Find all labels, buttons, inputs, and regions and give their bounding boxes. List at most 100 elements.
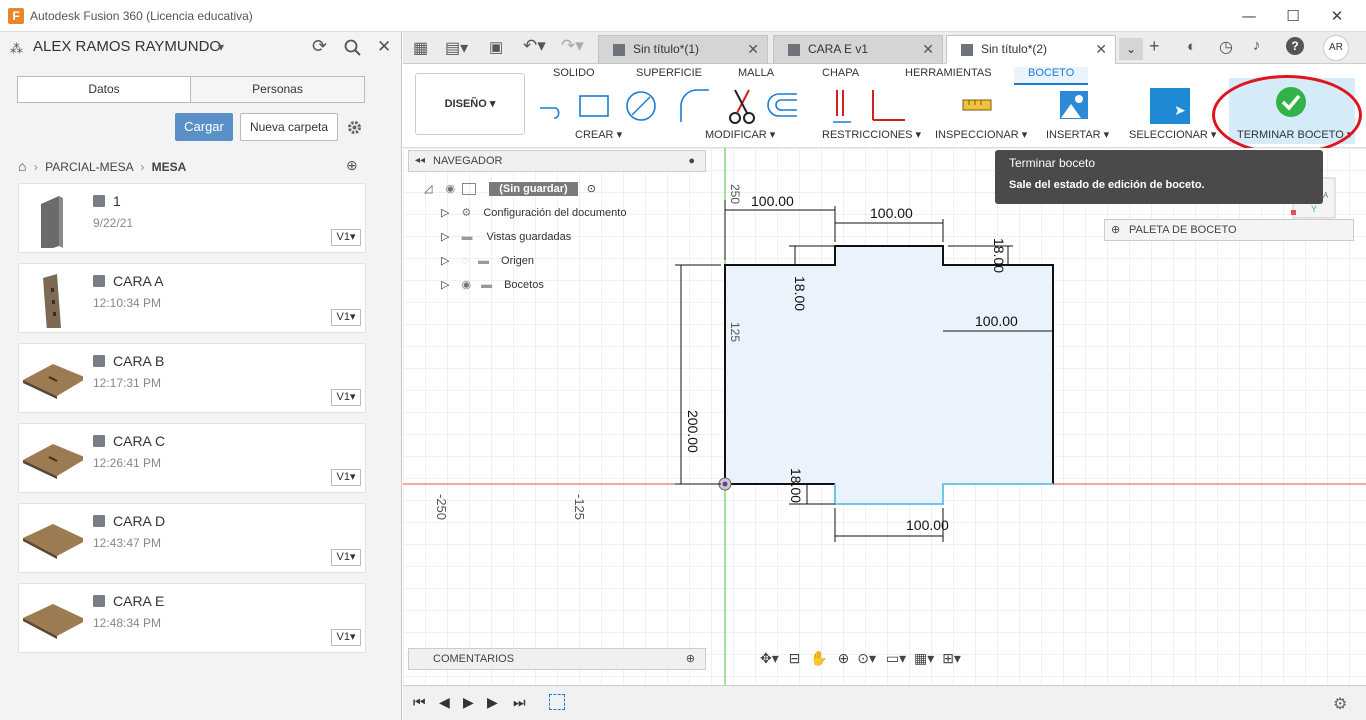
search-icon[interactable] <box>344 39 362 57</box>
new-folder-button[interactable]: Nueva carpeta <box>240 113 338 141</box>
tree-item-sketches[interactable]: ▷ ◉ ▬ Bocetos <box>441 278 544 291</box>
grid-settings-icon[interactable]: ▦▾ <box>914 650 934 666</box>
maximize-button[interactable]: ☐ <box>1273 4 1313 28</box>
breadcrumb-parent[interactable]: PARCIAL-MESA <box>45 160 133 174</box>
dim-height[interactable]: 200.00 <box>685 410 701 453</box>
tree-item-saved-views[interactable]: ▷ ▬ Vistas guardadas <box>441 230 571 243</box>
refresh-icon[interactable]: ⟳ <box>312 36 327 57</box>
user-name[interactable]: ALEX RAMOS RAYMUNDO <box>33 38 221 55</box>
viewports-icon[interactable]: ⊞▾ <box>942 650 961 666</box>
tab-superficie[interactable]: SUPERFICIE <box>636 67 702 79</box>
redo-icon[interactable]: ↷▾ <box>561 36 584 56</box>
select-menu[interactable]: SELECCIONAR ▾ <box>1129 128 1216 141</box>
modify-menu[interactable]: MODIFICAR ▾ <box>705 128 775 141</box>
collapse-browser-icon[interactable]: ◂◂ <box>415 151 425 171</box>
version-dropdown[interactable]: V1▾ <box>331 549 361 566</box>
comments-panel-header[interactable]: COMENTARIOS ⊕ <box>408 648 706 670</box>
dim-bottom[interactable]: 100.00 <box>906 517 949 533</box>
notifications-icon[interactable]: ♪ <box>1253 37 1261 54</box>
tab-boceto[interactable]: BOCETO <box>1014 67 1089 85</box>
tab-herramientas[interactable]: HERRAMIENTAS <box>905 67 992 79</box>
tab-chapa[interactable]: CHAPA <box>822 67 859 79</box>
insert-menu[interactable]: INSERTAR ▾ <box>1046 128 1109 141</box>
doc-tab[interactable]: CARA E v1 ✕ <box>773 35 943 64</box>
team-icon[interactable]: ⁂ <box>10 41 23 57</box>
version-dropdown[interactable]: V1▾ <box>331 389 361 406</box>
sketch-profile-fill[interactable] <box>725 246 1053 504</box>
file-card[interactable]: CARA C 12:26:41 PM V1▾ <box>18 423 366 493</box>
orbit-icon[interactable]: ✥▾ <box>760 650 779 666</box>
close-panel-icon[interactable]: ✕ <box>377 37 391 57</box>
browser-root[interactable]: ◿ ◉ (Sin guardar) ⊙ <box>424 182 596 196</box>
tab-solido[interactable]: SOLIDO <box>553 67 595 79</box>
pan-icon[interactable]: ✋ <box>810 650 827 666</box>
fit-icon[interactable]: ⊙▾ <box>857 650 876 666</box>
go-to-end-icon[interactable]: ⏭ <box>513 694 526 711</box>
undo-icon[interactable]: ↶▾ <box>523 36 546 56</box>
version-dropdown[interactable]: V1▾ <box>331 309 361 326</box>
dim-right-mid[interactable]: 100.00 <box>975 313 1018 329</box>
constraint-tools[interactable] <box>829 88 909 126</box>
tree-item-document-settings[interactable]: ▷ ⚙ Configuración del documento <box>441 206 626 219</box>
user-avatar[interactable]: AR <box>1323 35 1349 61</box>
zoom-icon[interactable]: ⊕ <box>838 650 850 666</box>
minimize-button[interactable]: — <box>1229 4 1269 28</box>
dim-notch-left[interactable]: 18.00 <box>792 276 808 311</box>
dim-top-left[interactable]: 100.00 <box>751 193 794 209</box>
file-card[interactable]: CARA D 12:43:47 PM V1▾ <box>18 503 366 573</box>
data-panel: ⁂ ALEX RAMOS RAYMUNDO ▾ ⟳ ✕ Datos Person… <box>0 32 402 720</box>
gear-icon[interactable]: ⚙ <box>1333 694 1347 714</box>
file-card[interactable]: 1 9/22/21 V1▾ <box>18 183 366 253</box>
job-status-icon[interactable]: ◷ <box>1219 37 1233 57</box>
file-menu-icon[interactable]: ▤▾ <box>445 38 468 58</box>
save-icon[interactable]: ▣ <box>489 38 503 56</box>
create-menu[interactable]: CREAR ▾ <box>575 128 622 141</box>
minus-circle-icon[interactable]: ● <box>688 151 695 171</box>
file-card[interactable]: CARA B 12:17:31 PM V1▾ <box>18 343 366 413</box>
step-back-icon[interactable]: ◀ <box>439 694 450 711</box>
workspace-dropdown[interactable]: DISEÑO ▾ <box>415 73 525 135</box>
upload-button[interactable]: Cargar <box>175 113 233 141</box>
create-tools[interactable] <box>536 90 666 124</box>
tabs-overflow-icon[interactable]: ⌄ <box>1119 38 1143 60</box>
doc-tab-active[interactable]: Sin título*(2) ✕ <box>946 35 1116 64</box>
sketch-timeline-icon[interactable] <box>549 694 565 710</box>
home-icon[interactable]: ⌂ <box>18 158 26 174</box>
dim-notch-bottom[interactable]: 18.00 <box>788 468 804 503</box>
help-icon[interactable]: ? <box>1286 37 1304 55</box>
dim-notch-right[interactable]: 18.00 <box>991 238 1007 273</box>
version-dropdown[interactable]: V1▾ <box>331 469 361 486</box>
globe-icon[interactable]: ⊕ <box>346 157 358 174</box>
close-button[interactable]: ✕ <box>1317 4 1357 28</box>
gear-icon[interactable] <box>346 119 363 136</box>
tab-datos[interactable]: Datos <box>18 77 191 102</box>
add-comment-icon[interactable]: ⊕ <box>686 649 695 669</box>
version-dropdown[interactable]: V1▾ <box>331 229 361 246</box>
tab-malla[interactable]: MALLA <box>738 67 774 79</box>
file-card[interactable]: CARA A 12:10:34 PM V1▾ <box>18 263 366 333</box>
doc-tab[interactable]: Sin título*(1) ✕ <box>598 35 768 64</box>
extensions-icon[interactable]: ◐ <box>1187 38 1196 55</box>
step-forward-icon[interactable]: ▶ <box>487 694 498 711</box>
version-dropdown[interactable]: V1▾ <box>331 629 361 646</box>
file-thumbnail <box>41 196 63 248</box>
inspect-menu[interactable]: INSPECCIONAR ▾ <box>935 128 1027 141</box>
app-grid-icon[interactable]: ▦ <box>413 38 428 58</box>
insert-image-icon[interactable] <box>1059 90 1089 120</box>
select-icon[interactable]: ➤ <box>1150 88 1190 124</box>
tab-personas[interactable]: Personas <box>191 77 364 102</box>
dim-top-mid[interactable]: 100.00 <box>870 205 913 221</box>
new-tab-icon[interactable]: + <box>1149 36 1160 57</box>
file-card[interactable]: CARA E 12:48:34 PM V1▾ <box>18 583 366 653</box>
browser-panel-header[interactable]: ◂◂ NAVEGADOR ● <box>408 150 706 172</box>
constraints-menu[interactable]: RESTRICCIONES ▾ <box>822 128 921 141</box>
go-to-start-icon[interactable]: ⏮ <box>413 694 426 711</box>
measure-icon[interactable] <box>961 96 993 116</box>
modify-tools[interactable] <box>679 88 799 126</box>
look-at-icon[interactable]: ⊟ <box>789 650 801 666</box>
display-settings-icon[interactable]: ▭▾ <box>886 650 906 666</box>
chevron-down-icon[interactable]: ▾ <box>218 40 224 54</box>
tree-item-origin[interactable]: ▷ ◌ ▬ Origen <box>441 254 534 267</box>
play-icon[interactable]: ▶ <box>463 694 474 711</box>
sketch-palette[interactable]: ⊕ PALETA DE BOCETO <box>1104 219 1354 241</box>
